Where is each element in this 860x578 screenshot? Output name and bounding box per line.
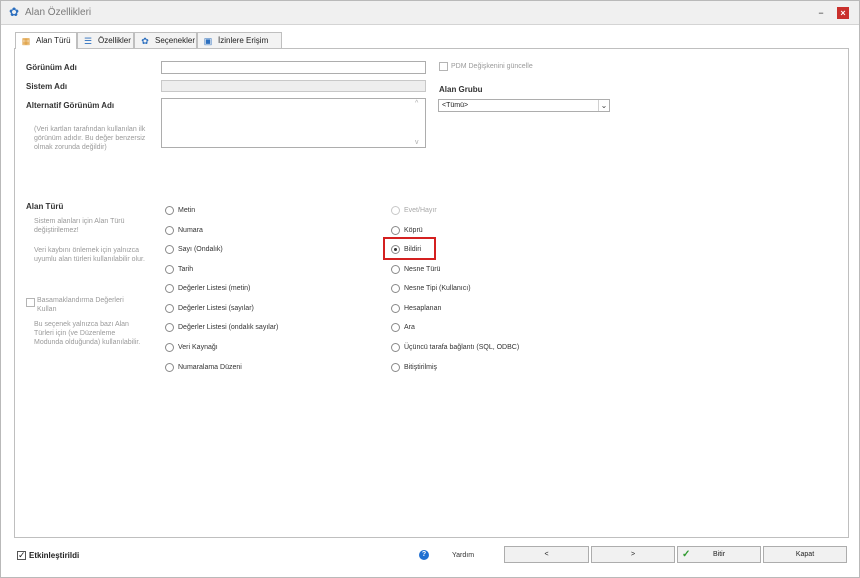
title-bar: ✿ Alan Özellikleri − × xyxy=(1,1,859,25)
radio-label: Değerler Listesi (ondalık sayılar) xyxy=(178,324,279,331)
gear-icon: ✿ xyxy=(9,5,20,19)
field-group-label: Alan Grubu xyxy=(439,85,483,94)
alt-name-label: Alternatif Görünüm Adı xyxy=(26,101,115,110)
minimize-button[interactable]: − xyxy=(815,7,827,19)
radio-label: Hesaplanan xyxy=(404,305,442,312)
cascade-values-label: Basamaklandırma Değerleri Kullan xyxy=(37,297,124,313)
tab-field-type[interactable]: ▦ Alan Türü xyxy=(15,32,77,49)
finish-button[interactable]: ✓ Bitir xyxy=(677,546,761,563)
display-name-label: Görünüm Adı xyxy=(26,63,77,72)
radio-label: Bitiştirilmiş xyxy=(404,364,438,371)
radio-label: Tarih xyxy=(178,266,194,273)
field-group-value: <Tümü> xyxy=(442,102,469,109)
radio-label: Numara xyxy=(178,227,203,234)
table-icon: ▦ xyxy=(21,36,31,46)
radio-circle[interactable] xyxy=(391,343,400,352)
radio-circle[interactable] xyxy=(165,284,174,293)
radio-circle[interactable] xyxy=(391,265,400,274)
radio-label: Değerler Listesi (sayılar) xyxy=(178,305,254,312)
tab-options[interactable]: ✿ Seçenekler xyxy=(134,32,197,48)
radio-circle[interactable] xyxy=(165,323,174,332)
system-name-label: Sistem Adı xyxy=(26,82,68,91)
tab-label: Seçenekler xyxy=(155,36,196,45)
radio-label: Köprü xyxy=(404,227,423,234)
tab-properties[interactable]: ☰ Özellikler xyxy=(77,32,134,48)
help-icon[interactable]: ? xyxy=(419,550,429,560)
enabled-label: Etkinleştirildi xyxy=(29,551,80,560)
field-type-note-compat: Veri kaybını önlemek için yalnızca uyuml… xyxy=(34,247,145,263)
radio-circle[interactable] xyxy=(391,363,400,372)
window-title: Alan Özellikleri xyxy=(25,7,92,18)
radio-label: Metin xyxy=(178,207,196,214)
lock-icon: ▣ xyxy=(203,36,213,46)
radio-circle[interactable] xyxy=(391,304,400,313)
radio-label: Veri Kaynağı xyxy=(178,344,218,351)
tab-panel xyxy=(14,48,849,538)
radio-label: Sayı (Ondalık) xyxy=(178,246,223,253)
tab-label: Alan Türü xyxy=(36,36,71,45)
pdm-update-label: PDM Değişkenini güncelle xyxy=(451,63,533,70)
field-type-note-system: Sistem alanları için Alan Türü değiştiri… xyxy=(34,218,125,234)
radio-circle[interactable] xyxy=(165,265,174,274)
tab-label: Özellikler xyxy=(98,36,131,45)
list-icon: ☰ xyxy=(83,36,93,46)
radio-circle[interactable] xyxy=(165,304,174,313)
cascade-values-note: Bu seçenek yalnızca bazı Alan Türleri iç… xyxy=(34,321,141,346)
radio-label: Evet/Hayır xyxy=(404,207,437,214)
next-button[interactable]: > xyxy=(591,546,675,563)
tab-access-permissions[interactable]: ▣ İzinlere Erişim xyxy=(197,32,282,48)
radio-label: Numaralama Düzeni xyxy=(178,364,242,371)
field-type-label: Alan Türü xyxy=(26,202,64,211)
radio-circle xyxy=(391,206,400,215)
alt-name-textarea[interactable]: ^ v xyxy=(161,98,426,148)
radio-label: Üçüncü tarafa bağlantı (SQL, ODBC) xyxy=(404,344,520,351)
radio-circle[interactable] xyxy=(165,226,174,235)
finish-label: Bitir xyxy=(712,551,726,558)
selection-highlight xyxy=(383,237,436,260)
system-name-input xyxy=(161,80,426,92)
radio-circle[interactable] xyxy=(391,284,400,293)
radio-circle[interactable] xyxy=(391,323,400,332)
dialog-window: ✿ Alan Özellikleri − × ▦ Alan Türü ☰ Öze… xyxy=(0,0,860,578)
radio-label: Değerler Listesi (metin) xyxy=(178,285,251,292)
radio-label: Nesne Tipi (Kullanıcı) xyxy=(404,285,471,292)
close-button[interactable]: × xyxy=(837,7,849,19)
check-icon: ✓ xyxy=(682,549,691,560)
scroll-down-icon[interactable]: v xyxy=(415,139,419,146)
radio-circle[interactable] xyxy=(165,363,174,372)
tab-label: İzinlere Erişim xyxy=(218,36,269,45)
display-name-input[interactable] xyxy=(161,61,426,74)
alt-name-note: (Veri kartları tarafından kullanılan ilk… xyxy=(34,126,146,151)
chevron-down-icon[interactable]: ⌄ xyxy=(598,100,609,111)
radio-circle[interactable] xyxy=(165,343,174,352)
scroll-up-icon[interactable]: ^ xyxy=(415,100,418,107)
field-group-select[interactable]: <Tümü> ⌄ xyxy=(438,99,610,112)
scrollbar[interactable]: ^ v xyxy=(413,99,425,147)
pdm-update-checkbox[interactable] xyxy=(439,62,448,71)
gear-icon: ✿ xyxy=(141,36,149,46)
help-link[interactable]: Yardım xyxy=(452,552,474,559)
previous-button[interactable]: < xyxy=(504,546,589,563)
radio-circle[interactable] xyxy=(165,245,174,254)
radio-label: Nesne Türü xyxy=(404,266,441,273)
radio-circle[interactable] xyxy=(391,226,400,235)
radio-label: Ara xyxy=(404,324,415,331)
cascade-values-checkbox[interactable] xyxy=(26,298,35,307)
enabled-checkbox[interactable] xyxy=(17,550,26,561)
radio-circle[interactable] xyxy=(165,206,174,215)
close-dialog-button[interactable]: Kapat xyxy=(763,546,847,563)
